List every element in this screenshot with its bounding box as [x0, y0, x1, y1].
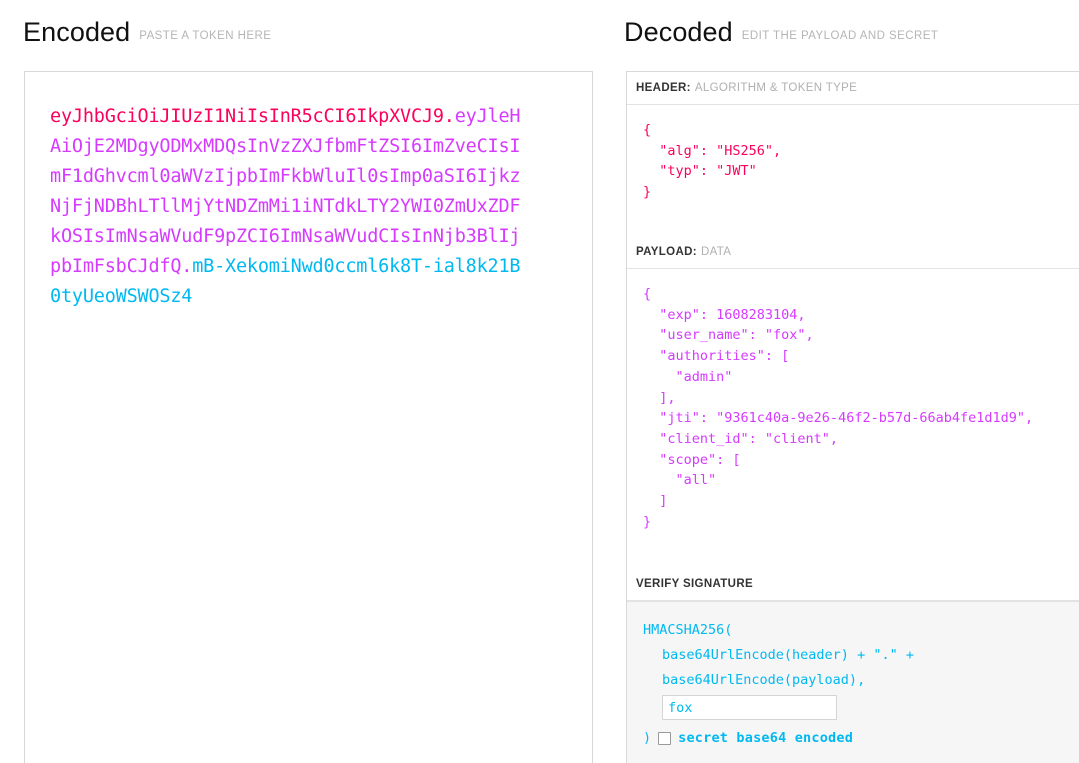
header-section-label: HEADER: ALGORITHM & TOKEN TYPE	[627, 72, 1079, 105]
decoded-panel: HEADER: ALGORITHM & TOKEN TYPE { "alg": "…	[626, 71, 1079, 763]
decoded-subtitle: EDIT THE PAYLOAD AND SECRET	[741, 30, 939, 42]
token-separator-2: .	[181, 256, 193, 277]
closing-paren: )	[643, 730, 652, 746]
hmac-line-2: base64UrlEncode(header) + "." +	[662, 647, 914, 663]
hmac-line-3: base64UrlEncode(payload),	[662, 672, 866, 688]
payload-section-label: PAYLOAD: DATA	[627, 236, 1079, 269]
encoded-column-heading: Encoded PASTE A TOKEN HERE	[23, 17, 271, 48]
encoded-token-text[interactable]: eyJhbGciOiJIUzI1NiIsInR5cCI6IkpXVCJ9.eyJ…	[50, 102, 530, 312]
header-section-label-key: HEADER:	[636, 82, 691, 94]
decoded-column-heading: Decoded EDIT THE PAYLOAD AND SECRET	[624, 17, 938, 48]
secret-base64-label[interactable]: secret base64 encoded	[678, 726, 853, 751]
verify-signature-label-key: VERIFY SIGNATURE	[636, 578, 753, 590]
decoded-title: Decoded	[624, 17, 733, 47]
secret-base64-checkbox[interactable]	[658, 732, 672, 745]
header-section-label-sub: ALGORITHM & TOKEN TYPE	[694, 82, 858, 94]
encoded-subtitle: PASTE A TOKEN HERE	[139, 30, 272, 42]
base64-encoded-row: ) secret base64 encoded	[643, 726, 1079, 751]
payload-json-editor[interactable]: { "exp": 1608283104, "user_name": "fox",…	[627, 269, 1079, 568]
verify-signature-body: HMACSHA256( base64UrlEncode(header) + ".…	[627, 601, 1079, 763]
encoded-title: Encoded	[23, 17, 131, 47]
encoded-token-panel[interactable]: eyJhbGciOiJIUzI1NiIsInR5cCI6IkpXVCJ9.eyJ…	[24, 71, 593, 763]
payload-section-label-sub: DATA	[700, 246, 732, 258]
payload-section-label-key: PAYLOAD:	[636, 246, 697, 258]
header-json-editor[interactable]: { "alg": "HS256", "typ": "JWT" }	[627, 105, 1079, 236]
jwt-debugger-page: Encoded PASTE A TOKEN HERE eyJhbGciOiJIUz…	[0, 0, 1079, 763]
token-payload-segment: eyJleHAiOjE2MDgyODMxMDQsInVzZXJfbmFtZSI6…	[50, 106, 521, 277]
verify-signature-section-label: VERIFY SIGNATURE	[627, 568, 1079, 601]
hmac-line-1: HMACSHA256(	[643, 622, 733, 638]
token-header-segment: eyJhbGciOiJIUzI1NiIsInR5cCI6IkpXVCJ9	[50, 106, 444, 127]
token-separator-1: .	[443, 106, 455, 127]
secret-input[interactable]	[662, 695, 837, 720]
